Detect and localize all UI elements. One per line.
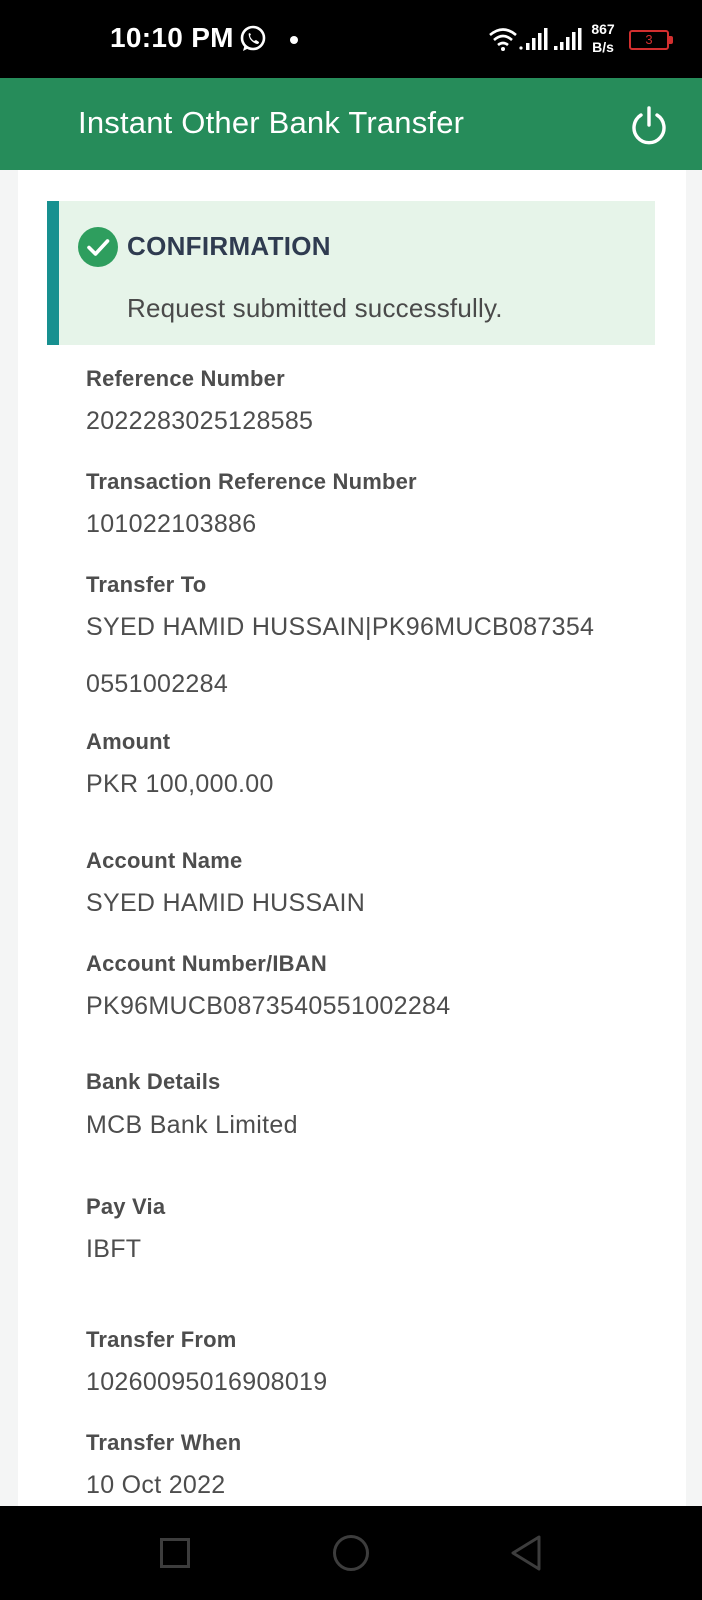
account-number-label: Account Number/IBAN — [86, 951, 327, 976]
transaction-reference-value: 101022103886 — [86, 510, 257, 538]
bank-details-value: MCB Bank Limited — [86, 1111, 298, 1139]
recent-apps-icon[interactable] — [160, 1538, 190, 1568]
account-number-value: PK96MUCB0873540551002284 — [86, 992, 451, 1020]
amount-value: PKR 100,000.00 — [86, 770, 274, 798]
notification-dot — [290, 36, 298, 44]
bank-details-label: Bank Details — [86, 1069, 221, 1094]
transfer-when-label: Transfer When — [86, 1430, 242, 1455]
reference-number-label: Reference Number — [86, 366, 285, 391]
transfer-to-value-continued: 0551002284 — [86, 670, 229, 698]
transfer-from-label: Transfer From — [86, 1327, 237, 1352]
power-icon[interactable] — [627, 104, 671, 148]
wifi-icon — [489, 28, 517, 51]
network-speed-unit: B/s — [592, 39, 614, 55]
pay-via-value: IBFT — [86, 1235, 142, 1263]
confirmation-banner: CONFIRMATION Request submitted successfu… — [47, 201, 655, 345]
amount-label: Amount — [86, 729, 171, 754]
app-header: Instant Other Bank Transfer — [0, 78, 702, 170]
battery-icon: 3 — [629, 30, 673, 50]
battery-level: 3 — [645, 32, 653, 47]
confirmation-message: Request submitted successfully. — [127, 293, 503, 323]
check-circle-icon — [78, 227, 118, 267]
status-bar: 10:10 PM 867 B/s 3 — [0, 0, 702, 78]
network-speed: 867 B/s — [588, 20, 618, 56]
signal-icon — [554, 28, 582, 50]
reference-number-value: 2022283025128585 — [86, 407, 314, 435]
confirmation-title: CONFIRMATION — [127, 231, 331, 261]
page-title: Instant Other Bank Transfer — [78, 105, 465, 140]
home-icon[interactable] — [333, 1535, 369, 1571]
transfer-from-value: 10260095016908019 — [86, 1368, 328, 1396]
status-time: 10:10 PM — [110, 22, 234, 53]
account-name-value: SYED HAMID HUSSAIN — [86, 889, 366, 917]
transfer-to-value: SYED HAMID HUSSAIN|PK96MUCB087354 — [86, 613, 595, 641]
receipt-card: CONFIRMATION Request submitted successfu… — [18, 170, 686, 1506]
back-icon[interactable] — [508, 1534, 544, 1572]
signal-icon — [519, 28, 548, 50]
navigation-bar — [0, 1506, 702, 1600]
pay-via-label: Pay Via — [86, 1194, 166, 1219]
transfer-when-value: 10 Oct 2022 — [86, 1471, 226, 1499]
network-speed-value: 867 — [591, 21, 615, 37]
content-area[interactable]: CONFIRMATION Request submitted successfu… — [0, 170, 702, 1506]
transaction-reference-label: Transaction Reference Number — [86, 469, 417, 494]
account-name-label: Account Name — [86, 848, 243, 873]
transfer-to-label: Transfer To — [86, 572, 207, 597]
whatsapp-icon — [240, 25, 266, 51]
